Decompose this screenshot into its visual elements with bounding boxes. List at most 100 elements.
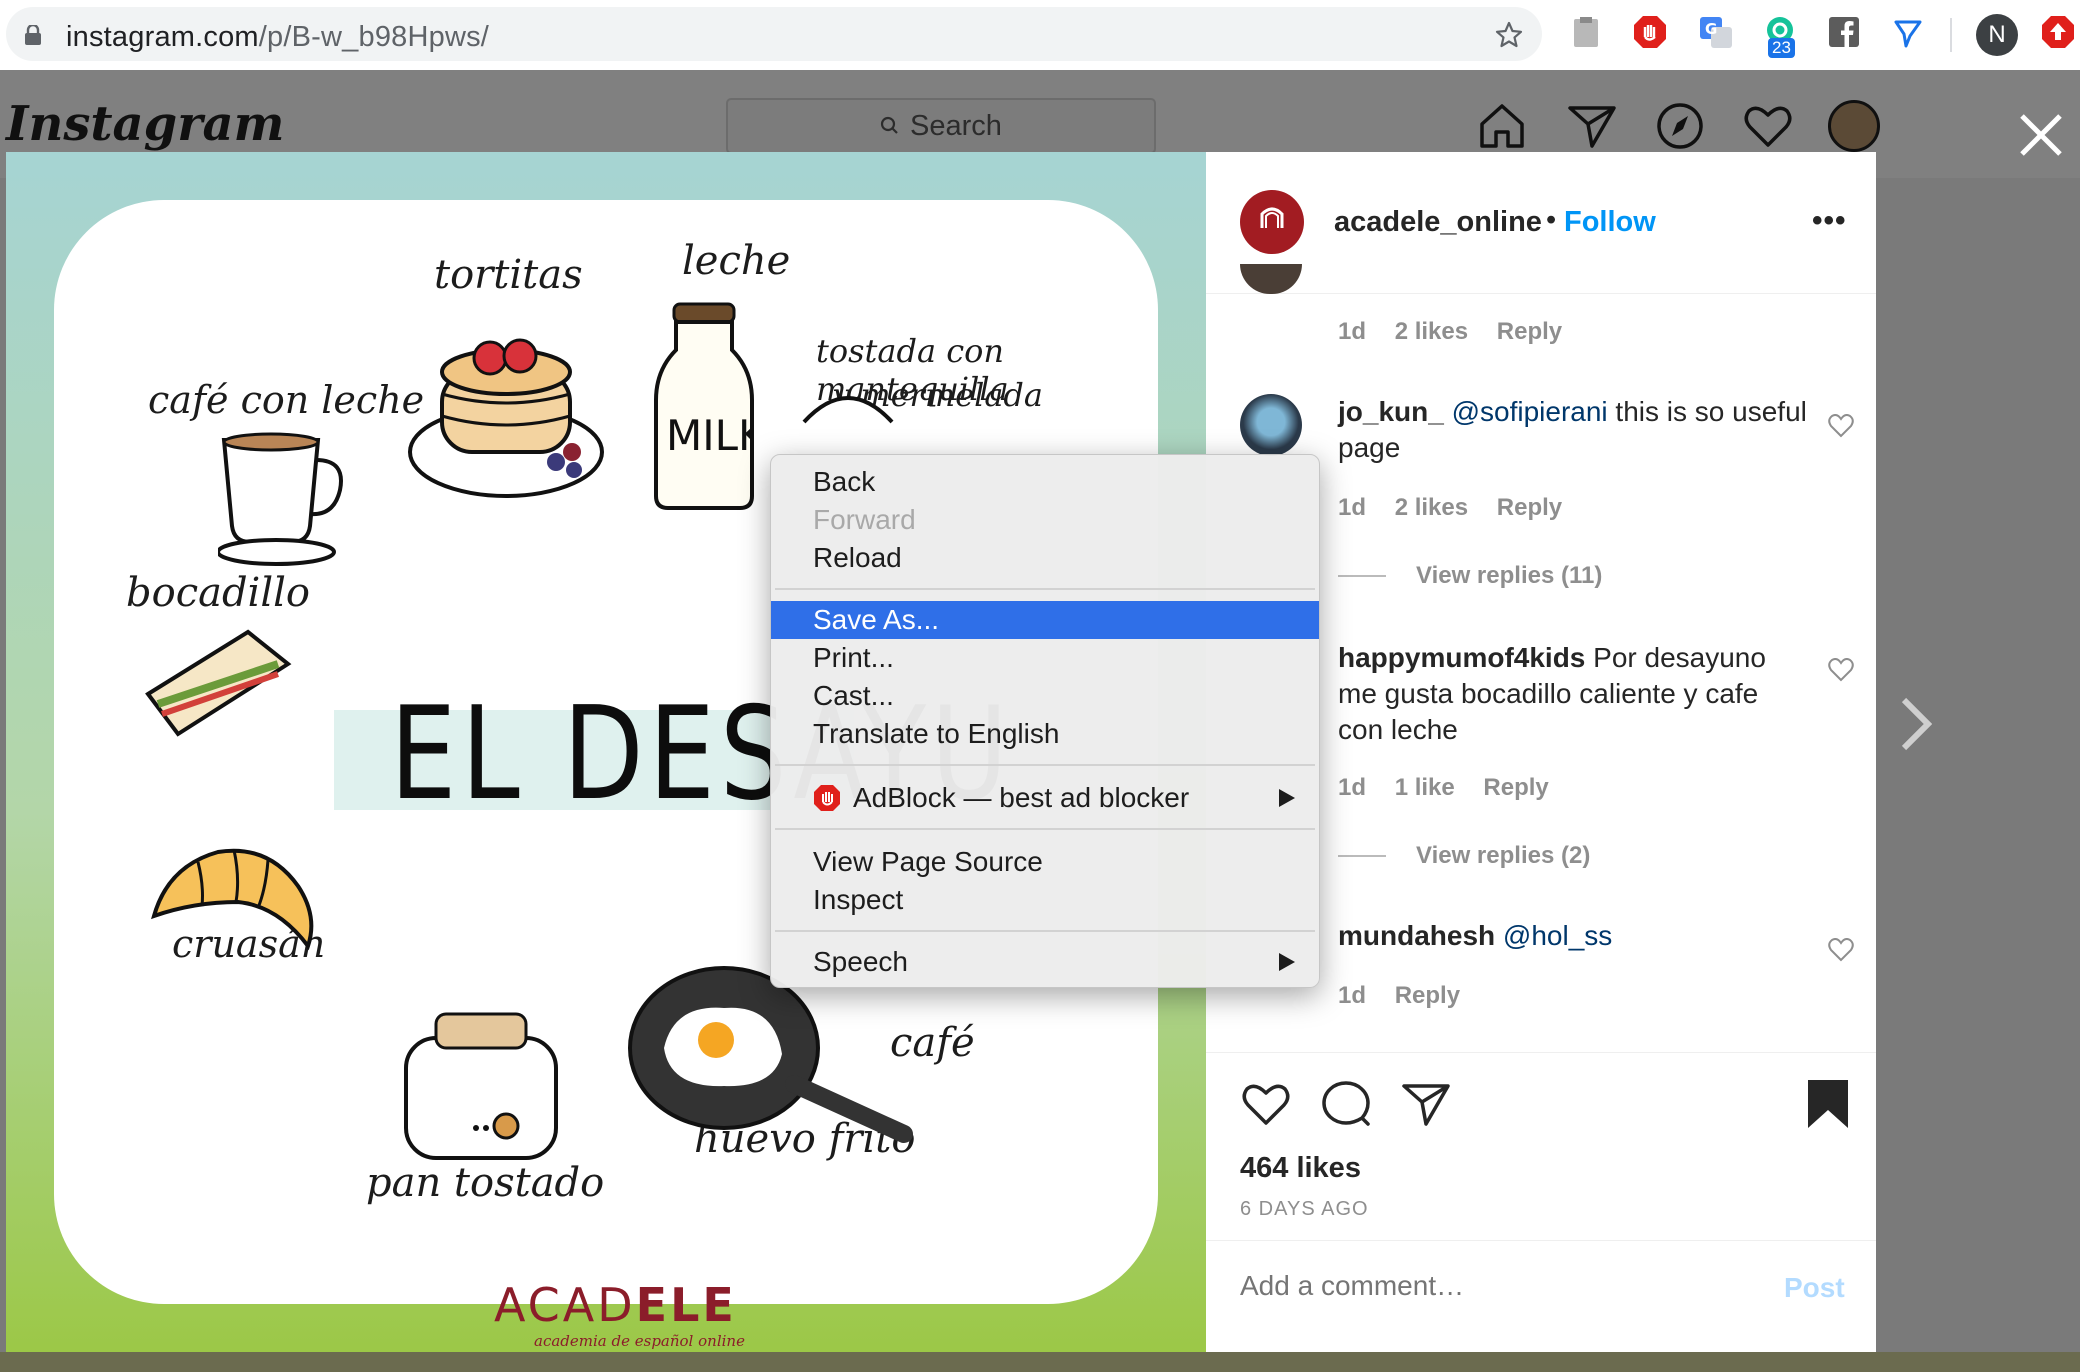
commenter-avatar[interactable] <box>1240 394 1302 456</box>
comment-time[interactable]: 1d <box>1338 494 1366 521</box>
submenu-arrow-icon <box>1279 789 1295 807</box>
comment-time[interactable]: 1d <box>1338 982 1366 1009</box>
menu-item-view-source[interactable]: View Page Source <box>771 843 1319 881</box>
comment-likes[interactable]: 2 likes <box>1395 318 1468 345</box>
reply-button[interactable]: Reply <box>1497 318 1562 345</box>
browser-toolbar: instagram.com/p/B-w_b98Hpws/ G 23 N <box>0 0 2080 70</box>
view-replies-button[interactable]: View replies (2) <box>1338 842 1590 870</box>
comment-meta: 1d 1 like Reply <box>1338 774 1571 802</box>
menu-item-adblock[interactable]: AdBlock — best ad blocker <box>771 779 1319 817</box>
menu-item-translate[interactable]: Translate to English <box>771 715 1319 753</box>
label-leche: leche <box>682 238 791 284</box>
pin-extension-icon[interactable] <box>1890 14 1926 50</box>
menu-item-cast[interactable]: Cast... <box>771 677 1319 715</box>
label-bocadillo: bocadillo <box>126 570 311 616</box>
profile-avatar[interactable]: N <box>1976 14 2018 56</box>
adblock-extension-icon[interactable] <box>1632 14 1668 50</box>
milk-bottle-illustration: MILK <box>654 302 754 510</box>
comment-mention[interactable]: @sofipierani <box>1452 396 1608 427</box>
url-path: /p/B-w_b98Hpws/ <box>258 21 490 53</box>
bookmark-star-icon[interactable] <box>1494 20 1524 50</box>
background-feed-strip <box>0 1352 2080 1372</box>
frying-pan-illustration <box>628 966 913 1143</box>
post-comment-button[interactable]: Post <box>1784 1272 1845 1304</box>
context-menu: Back Forward Reload Save As... Print... … <box>770 454 1320 988</box>
direct-send-icon[interactable] <box>1566 100 1618 152</box>
view-replies-button[interactable]: View replies (11) <box>1338 562 1602 590</box>
menu-item-speech[interactable]: Speech <box>771 943 1319 981</box>
post-header: acadele_online • Follow ••• <box>1206 152 1876 294</box>
comment-bubble-icon[interactable] <box>1320 1078 1372 1130</box>
comment-input[interactable] <box>1240 1270 1720 1302</box>
toolbar-separator <box>1950 18 1952 52</box>
menu-item-inspect[interactable]: Inspect <box>771 881 1319 919</box>
toaster-illustration <box>404 1012 558 1160</box>
like-comment-heart-icon[interactable] <box>1828 938 1854 962</box>
comment-username[interactable]: jo_kun_ <box>1338 396 1444 427</box>
comment-username[interactable]: happymumof4kids <box>1338 642 1585 673</box>
update-arrow-icon[interactable] <box>2040 14 2076 50</box>
explore-compass-icon[interactable] <box>1654 100 1706 152</box>
comment-meta: 1d 2 likes Reply <box>1338 318 1584 346</box>
submenu-arrow-icon <box>1279 953 1295 971</box>
post-timestamp: 6 DAYS AGO <box>1240 1198 1369 1220</box>
share-send-icon[interactable] <box>1400 1078 1452 1130</box>
acadele-logo-icon <box>1260 207 1284 228</box>
clipboard-extension-icon[interactable] <box>1568 14 1604 50</box>
menu-item-print[interactable]: Print... <box>771 639 1319 677</box>
account-name[interactable]: acadele_online <box>1334 206 1542 239</box>
view-replies-label: View replies (11) <box>1416 562 1603 589</box>
brand-bold: ELE <box>635 1278 737 1332</box>
home-icon[interactable] <box>1476 100 1528 152</box>
reply-button[interactable]: Reply <box>1483 774 1548 801</box>
account-avatar[interactable] <box>1240 190 1304 254</box>
address-bar[interactable]: instagram.com/p/B-w_b98Hpws/ <box>6 7 1542 61</box>
comment-mention[interactable]: @hol_ss <box>1503 920 1612 951</box>
comment-likes[interactable]: 2 likes <box>1395 494 1468 521</box>
comment-likes[interactable]: 1 like <box>1395 774 1455 801</box>
comment-time[interactable]: 1d <box>1338 318 1366 345</box>
like-comment-heart-icon[interactable] <box>1828 658 1854 682</box>
svg-text:G: G <box>1705 20 1717 38</box>
adblock-label: AdBlock — best ad blocker <box>853 782 1190 813</box>
facebook-extension-icon[interactable] <box>1826 14 1862 50</box>
brand-light: ACAD <box>494 1278 636 1332</box>
user-avatar[interactable] <box>1828 100 1880 152</box>
google-translate-icon[interactable]: G <box>1698 14 1734 50</box>
lock-icon <box>25 25 41 45</box>
label-tortitas: tortitas <box>434 252 583 298</box>
comment-time[interactable]: 1d <box>1338 774 1366 801</box>
comment-username[interactable]: mundahesh <box>1338 920 1495 951</box>
next-post-chevron-icon[interactable] <box>1900 696 1932 752</box>
comment-divider <box>1206 1240 1876 1241</box>
speech-label: Speech <box>813 946 908 977</box>
activity-heart-icon[interactable] <box>1742 100 1794 152</box>
comment-meta: 1d Reply <box>1338 982 1482 1010</box>
menu-item-save-as[interactable]: Save As... <box>771 601 1319 639</box>
menu-item-back[interactable]: Back <box>771 463 1319 501</box>
menu-item-reload[interactable]: Reload <box>771 539 1319 577</box>
likes-count[interactable]: 464 likes <box>1240 1152 1361 1185</box>
menu-item-forward[interactable]: Forward <box>771 501 1319 539</box>
replies-line <box>1338 575 1386 577</box>
instagram-logo[interactable]: Instagram <box>6 96 284 152</box>
url-host: instagram.com <box>66 21 259 53</box>
menu-separator <box>775 930 1315 932</box>
reply-button[interactable]: Reply <box>1497 494 1562 521</box>
menu-separator <box>775 588 1315 590</box>
like-comment-heart-icon[interactable] <box>1828 414 1854 438</box>
sandwich-illustration <box>145 629 292 737</box>
more-options-icon[interactable]: ••• <box>1812 204 1847 238</box>
reply-button[interactable]: Reply <box>1395 982 1460 1009</box>
replies-line <box>1338 855 1386 857</box>
saved-bookmark-icon[interactable] <box>1802 1078 1854 1130</box>
like-heart-icon[interactable] <box>1240 1078 1292 1130</box>
url-text: instagram.com/p/B-w_b98Hpws/ <box>66 21 489 54</box>
close-icon[interactable] <box>2016 110 2066 160</box>
croissant-illustration <box>151 848 314 951</box>
view-replies-label: View replies (2) <box>1416 842 1591 869</box>
extension-badge: 23 <box>1768 38 1795 58</box>
comment-meta: 1d 2 likes Reply <box>1338 494 1584 522</box>
search-box[interactable]: Search <box>726 98 1156 154</box>
follow-button[interactable]: Follow <box>1564 206 1656 239</box>
